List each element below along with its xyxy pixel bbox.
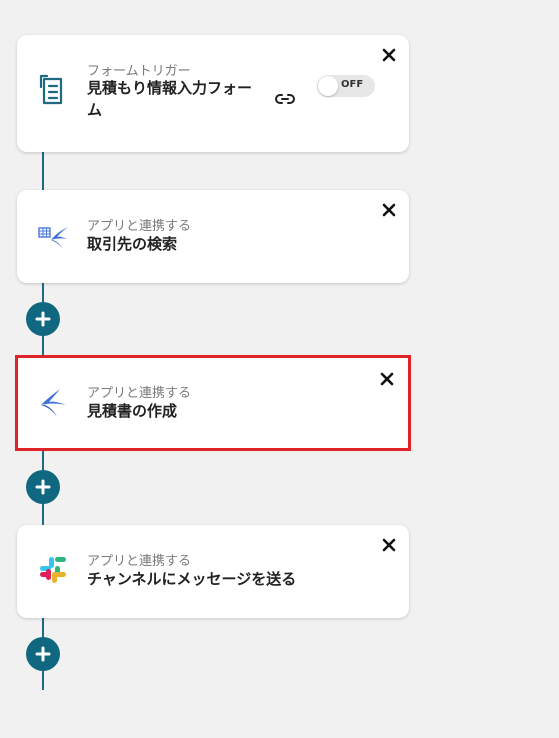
step-subtitle: アプリと連携する [87,386,192,401]
step-subtitle: アプリと連携する [87,554,192,569]
close-icon[interactable] [379,371,395,387]
add-step-button[interactable] [26,302,60,336]
slack-icon [35,552,71,588]
link-icon[interactable] [273,87,297,111]
close-icon[interactable] [381,537,397,553]
step-title: 取引先の検索 [87,235,178,253]
plus-icon [35,311,51,327]
resize-corner-icon [4,730,10,736]
form-icon [35,72,71,108]
add-step-button[interactable] [26,637,60,671]
trigger-toggle[interactable]: OFF [317,75,375,97]
step-title: 見積もり情報入力フォーム [87,79,253,119]
toggle-knob [318,76,338,96]
toggle-label: OFF [341,79,364,90]
close-icon[interactable] [381,47,397,63]
step-card-create-quote[interactable]: アプリと連携する 見積書の作成 [17,358,409,448]
add-step-button[interactable] [26,470,60,504]
flow-connector [42,152,44,190]
step-title: チャンネルにメッセージを送る [87,570,297,588]
plus-icon [35,646,51,662]
flow-canvas: フォームトリガー 見積もり情報入力フォーム OFF アプリと連携する 取引先の検… [0,0,559,738]
step-subtitle: アプリと連携する [87,219,192,234]
step-card-send-message[interactable]: アプリと連携する チャンネルにメッセージを送る [17,525,409,618]
spreadsheet-swallow-icon [35,218,71,254]
step-card-search-client[interactable]: アプリと連携する 取引先の検索 [17,190,409,283]
step-card-form-trigger[interactable]: フォームトリガー 見積もり情報入力フォーム OFF [17,35,409,152]
plus-icon [35,479,51,495]
swallow-icon [35,385,71,421]
step-title: 見積書の作成 [87,402,178,420]
close-icon[interactable] [381,202,397,218]
